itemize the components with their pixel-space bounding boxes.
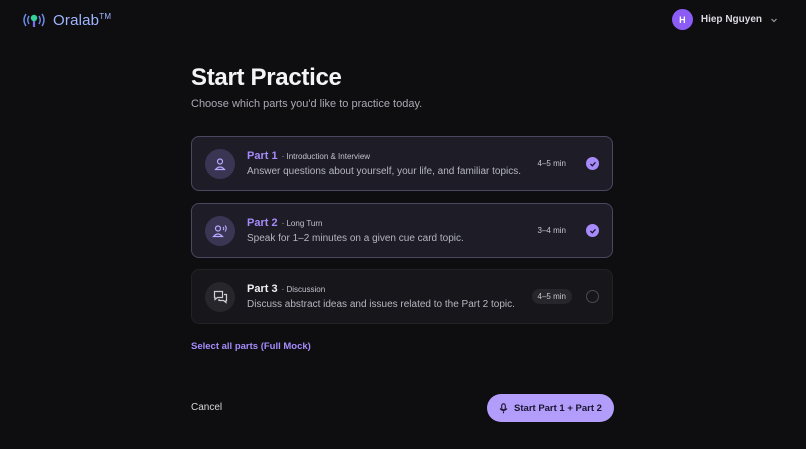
part-tag: · Long Turn xyxy=(281,219,323,228)
unselected-circle-icon[interactable] xyxy=(586,290,599,303)
part-description: Discuss abstract ideas and issues relate… xyxy=(247,299,515,310)
chat-bubbles-icon xyxy=(205,281,235,312)
part-name: Part 3 xyxy=(247,283,278,295)
selected-check-icon[interactable] xyxy=(586,224,599,237)
part-tag: · Discussion xyxy=(281,285,326,294)
duration-label: 3–4 min xyxy=(537,226,566,235)
cancel-button[interactable]: Cancel xyxy=(191,402,222,413)
part-1-card[interactable]: Part 1 · Introduction & Interview Answer… xyxy=(191,136,613,191)
page-title: Start Practice xyxy=(191,64,342,91)
person-icon xyxy=(205,148,235,179)
start-button-label: Start Part 1 + Part 2 xyxy=(514,402,602,414)
microphone-icon xyxy=(499,402,508,413)
part-name: Part 2 xyxy=(247,217,278,229)
selected-check-icon[interactable] xyxy=(586,157,599,170)
part-description: Speak for 1–2 minutes on a given cue car… xyxy=(247,233,464,244)
part-tag: · Introduction & Interview xyxy=(281,152,371,161)
duration-label: 4–5 min xyxy=(537,159,566,168)
part-description: Answer questions about yourself, your li… xyxy=(247,166,522,177)
part-3-card[interactable]: Part 3 · Discussion Discuss abstract ide… xyxy=(191,269,613,324)
avatar: H xyxy=(671,9,693,30)
start-practice-button[interactable]: Start Part 1 + Part 2 xyxy=(487,394,614,422)
part-name: Part 1 xyxy=(247,150,278,162)
brand-name: OralabTM xyxy=(53,11,112,29)
user-menu[interactable]: H Hiep Nguyen xyxy=(671,9,778,30)
practice-panel: Start Practice Choose which parts you'd … xyxy=(191,64,615,422)
person-speaking-icon xyxy=(205,215,235,246)
broadcast-mic-icon xyxy=(23,13,45,27)
select-all-link[interactable]: Select all parts (Full Mock) xyxy=(191,341,311,352)
logo[interactable]: OralabTM xyxy=(21,11,111,29)
page-subtitle: Choose which parts you'd like to practic… xyxy=(191,98,423,110)
part-2-card[interactable]: Part 2 · Long Turn Speak for 1–2 minutes… xyxy=(191,203,613,258)
duration-label: 4–5 min xyxy=(531,289,572,304)
chevron-down-icon xyxy=(771,18,777,22)
user-name: Hiep Nguyen xyxy=(700,14,762,25)
top-bar: OralabTM H Hiep Nguyen xyxy=(0,0,806,40)
